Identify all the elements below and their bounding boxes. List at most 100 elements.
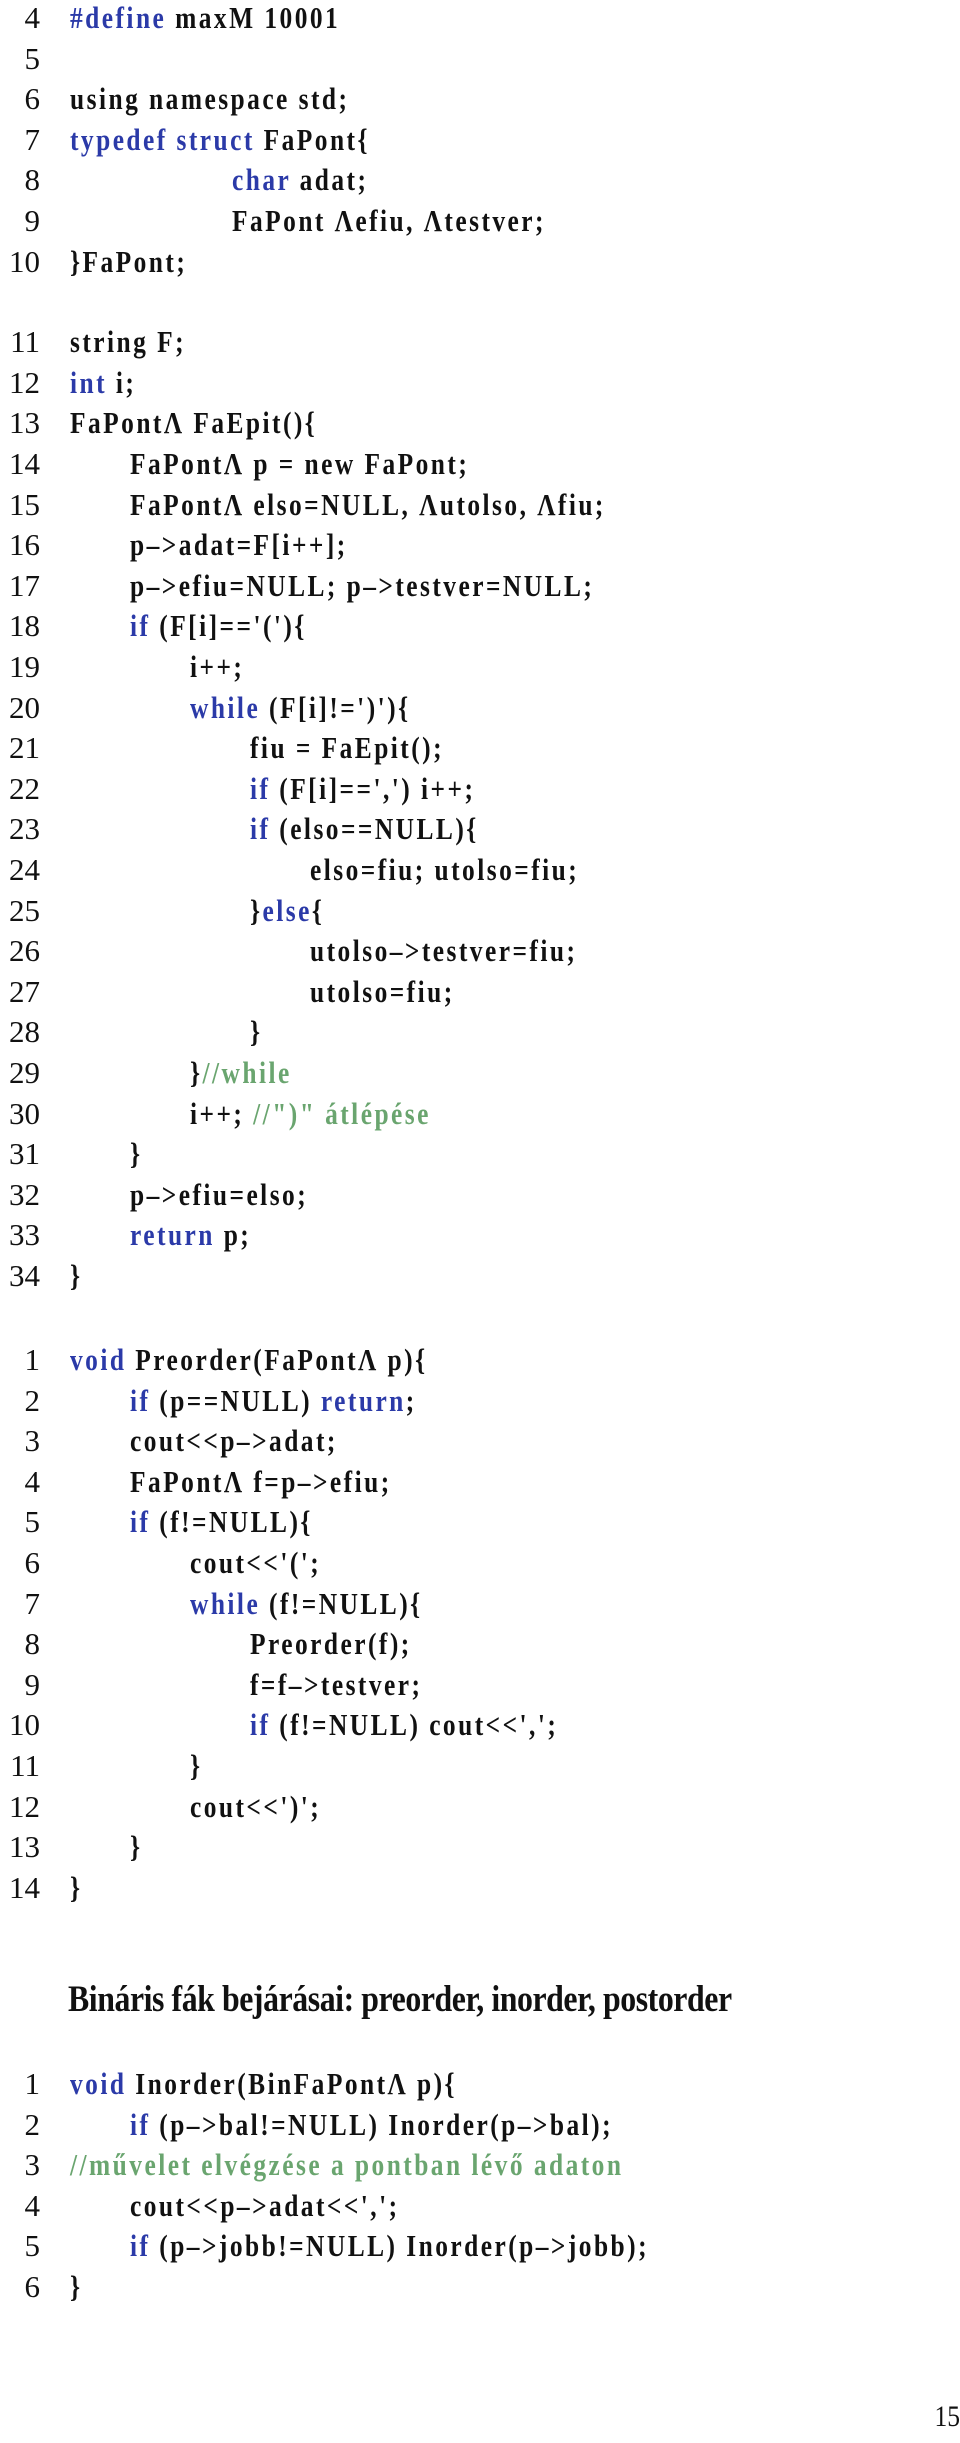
keyword-token: if [130, 608, 151, 644]
keyword-token: typedef [70, 121, 168, 157]
code-token: } [250, 892, 263, 928]
line-number: 7 [24, 121, 41, 157]
code-text: return p; [130, 1215, 251, 1255]
code-token: ; [405, 1382, 417, 1418]
line-number: 12 [9, 364, 40, 400]
code-text: elso=fiu; utolso=fiu; [310, 850, 579, 890]
code-text: Preorder(f); [250, 1624, 412, 1664]
line-number: 22 [9, 770, 40, 806]
line-number: 9 [24, 203, 41, 238]
code-text: if (F[i]=='('){ [130, 606, 307, 646]
line-number: 26 [9, 933, 40, 969]
line-number: 28 [9, 1014, 40, 1050]
line-number: 13 [9, 405, 40, 441]
line-number: 5 [24, 1504, 41, 1540]
code-token: FaPont Λefiu, Λtestver; [232, 203, 546, 238]
code-token: using namespace std; [70, 81, 350, 117]
keyword-token: while [190, 1585, 261, 1621]
line-number: 5 [24, 40, 41, 76]
keyword-token: int [70, 364, 108, 400]
code-text: void Preorder(FaPontΛ p){ [70, 1340, 428, 1380]
code-token: p–>adat=F[i++]; [130, 527, 348, 563]
code-text: fiu = FaEpit(); [250, 728, 444, 768]
code-text: } [130, 1827, 142, 1867]
page-number: 15 [934, 2400, 960, 2433]
code-text: if (p–>bal!=NULL) Inorder(p–>bal); [130, 2105, 613, 2145]
line-number: 4 [24, 1463, 41, 1499]
code-token: i++; [190, 1095, 254, 1131]
code-text: using namespace std; [70, 79, 349, 119]
line-number: 30 [9, 1095, 40, 1131]
code-text: } [70, 2267, 82, 2307]
code-token: } [250, 1014, 263, 1050]
code-token: adat; [290, 162, 369, 198]
code-token: p; [214, 1217, 252, 1253]
line-number: 13 [9, 1829, 40, 1865]
code-token: FaPontΛ p = new FaPont; [130, 446, 470, 481]
code-token: FaPontΛ FaEpit(){ [70, 405, 318, 441]
code-text: int i; [70, 363, 136, 403]
line-number: 32 [9, 1176, 40, 1212]
code-token: elso=fiu; utolso=fiu; [310, 852, 580, 887]
line-number: 1 [24, 1342, 41, 1377]
line-number: 2 [24, 1382, 41, 1418]
keyword-token: if [130, 2106, 151, 2142]
code-text: cout<<p–>adat; [130, 1421, 338, 1461]
code-text: if (p–>jobb!=NULL) Inorder(p–>jobb); [130, 2226, 649, 2266]
code-text: FaPont Λefiu, Λtestver; [232, 201, 546, 241]
line-number: 20 [9, 689, 40, 725]
code-text: FaPontΛ FaEpit(){ [70, 403, 317, 443]
code-text: i++; [190, 647, 244, 687]
line-number: 14 [9, 446, 40, 481]
code-text: FaPontΛ f=p–>efiu; [130, 1462, 392, 1502]
code-text: while (f!=NULL){ [190, 1584, 423, 1624]
code-token: (F[i]=='('){ [150, 608, 307, 644]
line-number: 24 [9, 852, 40, 887]
line-number: 11 [10, 1748, 40, 1783]
code-token: } [190, 1055, 203, 1090]
code-token: Preorder(f); [250, 1626, 412, 1662]
code-text: p–>efiu=NULL; p–>testver=NULL; [130, 566, 594, 606]
code-text: typedef struct FaPont{ [70, 120, 370, 160]
code-text: }FaPont; [70, 242, 187, 282]
code-token: utolso=fiu; [310, 973, 455, 1009]
line-number: 1 [24, 2066, 41, 2101]
code-text: }//while [190, 1053, 292, 1093]
keyword-token: struct [176, 121, 255, 157]
code-text: cout<<p–>adat<<','; [130, 2186, 400, 2226]
line-number: 4 [24, 2187, 41, 2223]
code-text: p–>efiu=elso; [130, 1175, 308, 1215]
keyword-token: return [130, 1217, 215, 1253]
code-text: if (p==NULL) return; [130, 1381, 417, 1421]
keyword-token: else [262, 892, 312, 928]
line-number: 6 [24, 2269, 41, 2304]
code-token: }FaPont; [70, 243, 188, 279]
code-token: Inorder(BinFaPontΛ p){ [126, 2066, 458, 2101]
line-number: 4 [24, 0, 41, 35]
code-text: } [250, 1012, 262, 1052]
code-token: p–>efiu=elso; [130, 1176, 309, 1212]
line-number: 6 [24, 81, 41, 117]
code-text: if (elso==NULL){ [250, 809, 479, 849]
line-number: 3 [24, 2147, 41, 2183]
line-number: 23 [9, 811, 40, 847]
keyword-token: if [250, 770, 271, 806]
line-number: 10 [9, 1707, 40, 1743]
code-text: cout<<')'; [190, 1787, 321, 1827]
comment-token: //művelet elvégzése a pontban lévő adato… [70, 2147, 624, 2183]
code-token: FaPontΛ elso=NULL, Λutolso, Λfiu; [130, 486, 606, 522]
keyword-token: if [250, 811, 271, 847]
code-token: string F; [70, 324, 187, 360]
code-text: FaPontΛ elso=NULL, Λutolso, Λfiu; [130, 485, 606, 525]
line-number: 9 [24, 1666, 41, 1702]
line-number: 19 [9, 649, 40, 684]
code-token: Preorder(FaPontΛ p){ [126, 1342, 428, 1377]
code-token: } [70, 1869, 83, 1905]
code-text: while (F[i]!=')'){ [190, 688, 411, 728]
code-text: } [130, 1134, 142, 1174]
line-number: 11 [10, 324, 40, 360]
line-number: 34 [9, 1258, 40, 1293]
keyword-token: return [320, 1382, 406, 1418]
line-number: 7 [24, 1585, 41, 1621]
line-number: 29 [9, 1055, 40, 1090]
